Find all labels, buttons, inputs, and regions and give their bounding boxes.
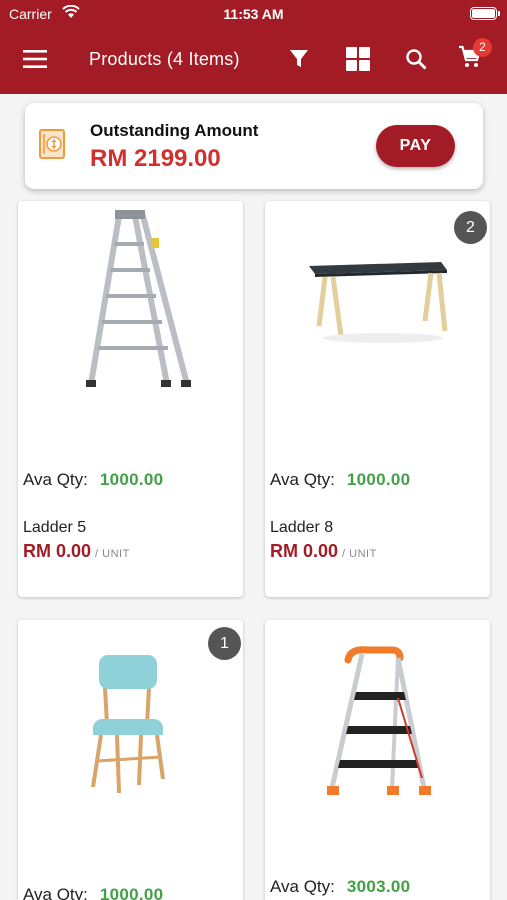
product-card[interactable]: Ava Qty: 1000.00 Ladder 5 RM 0.00/ UNIT (18, 201, 243, 597)
cart-count-badge: 2 (473, 38, 492, 57)
available-qty-value: 1000.00 (346, 470, 411, 489)
available-qty: Ava Qty: 1000.00 (23, 470, 163, 490)
available-qty-value: 1000.00 (99, 885, 164, 900)
step-ladder-image (265, 620, 490, 820)
price-value: RM 0.00 (23, 541, 92, 561)
battery-icon (470, 7, 500, 20)
cart-quantity-badge: 2 (454, 211, 487, 244)
cart-button[interactable]: 2 (455, 38, 492, 74)
available-qty-label: Ava Qty: (270, 877, 335, 896)
ladder-image (18, 201, 243, 401)
price-value: RM 0.00 (270, 541, 339, 561)
available-qty-label: Ava Qty: (23, 885, 88, 900)
product-name: Ladder 8 (270, 519, 334, 536)
app-header: Carrier 11:53 AM Products (4 Items) 2 (0, 0, 507, 94)
available-qty: Ava Qty: 3003.00 (270, 877, 410, 897)
outstanding-card: Outstanding Amount RM 2199.00 PAY (25, 103, 483, 189)
available-qty-label: Ava Qty: (270, 470, 335, 489)
available-qty: Ava Qty: 1000.00 (270, 470, 410, 490)
product-price: RM 0.00/ UNIT (23, 541, 130, 562)
product-price: RM 0.00/ UNIT (270, 541, 377, 562)
invoice-icon (37, 128, 69, 165)
cart-quantity-badge: 1 (208, 627, 241, 660)
outstanding-label: Outstanding Amount (90, 121, 259, 140)
search-icon[interactable] (401, 44, 431, 74)
available-qty: Ava Qty: 1000.00 (23, 885, 163, 900)
product-name: Ladder 5 (23, 519, 87, 536)
outstanding-amount: RM 2199.00 (90, 145, 221, 172)
menu-icon[interactable] (20, 44, 50, 74)
available-qty-value: 3003.00 (346, 877, 411, 896)
grid-view-icon[interactable] (343, 44, 373, 74)
navbar: Products (4 Items) 2 (0, 28, 507, 94)
product-card[interactable]: Ava Qty: 3003.00 (265, 620, 490, 900)
pay-button[interactable]: PAY (376, 125, 455, 167)
product-card[interactable]: 1 Ava Qty: 1000.00 (18, 620, 243, 900)
price-unit: / UNIT (342, 548, 377, 560)
page-title: Products (4 Items) (89, 49, 240, 69)
available-qty-label: Ava Qty: (23, 470, 88, 489)
filter-icon[interactable] (284, 44, 314, 74)
price-unit: / UNIT (95, 548, 130, 560)
status-time: 11:53 AM (223, 6, 284, 22)
available-qty-value: 1000.00 (99, 470, 164, 489)
product-card[interactable]: 2 Ava Qty: 1000.00 Ladder 8 RM 0.00/ UNIT (265, 201, 490, 597)
status-bar: Carrier 11:53 AM (0, 0, 507, 28)
